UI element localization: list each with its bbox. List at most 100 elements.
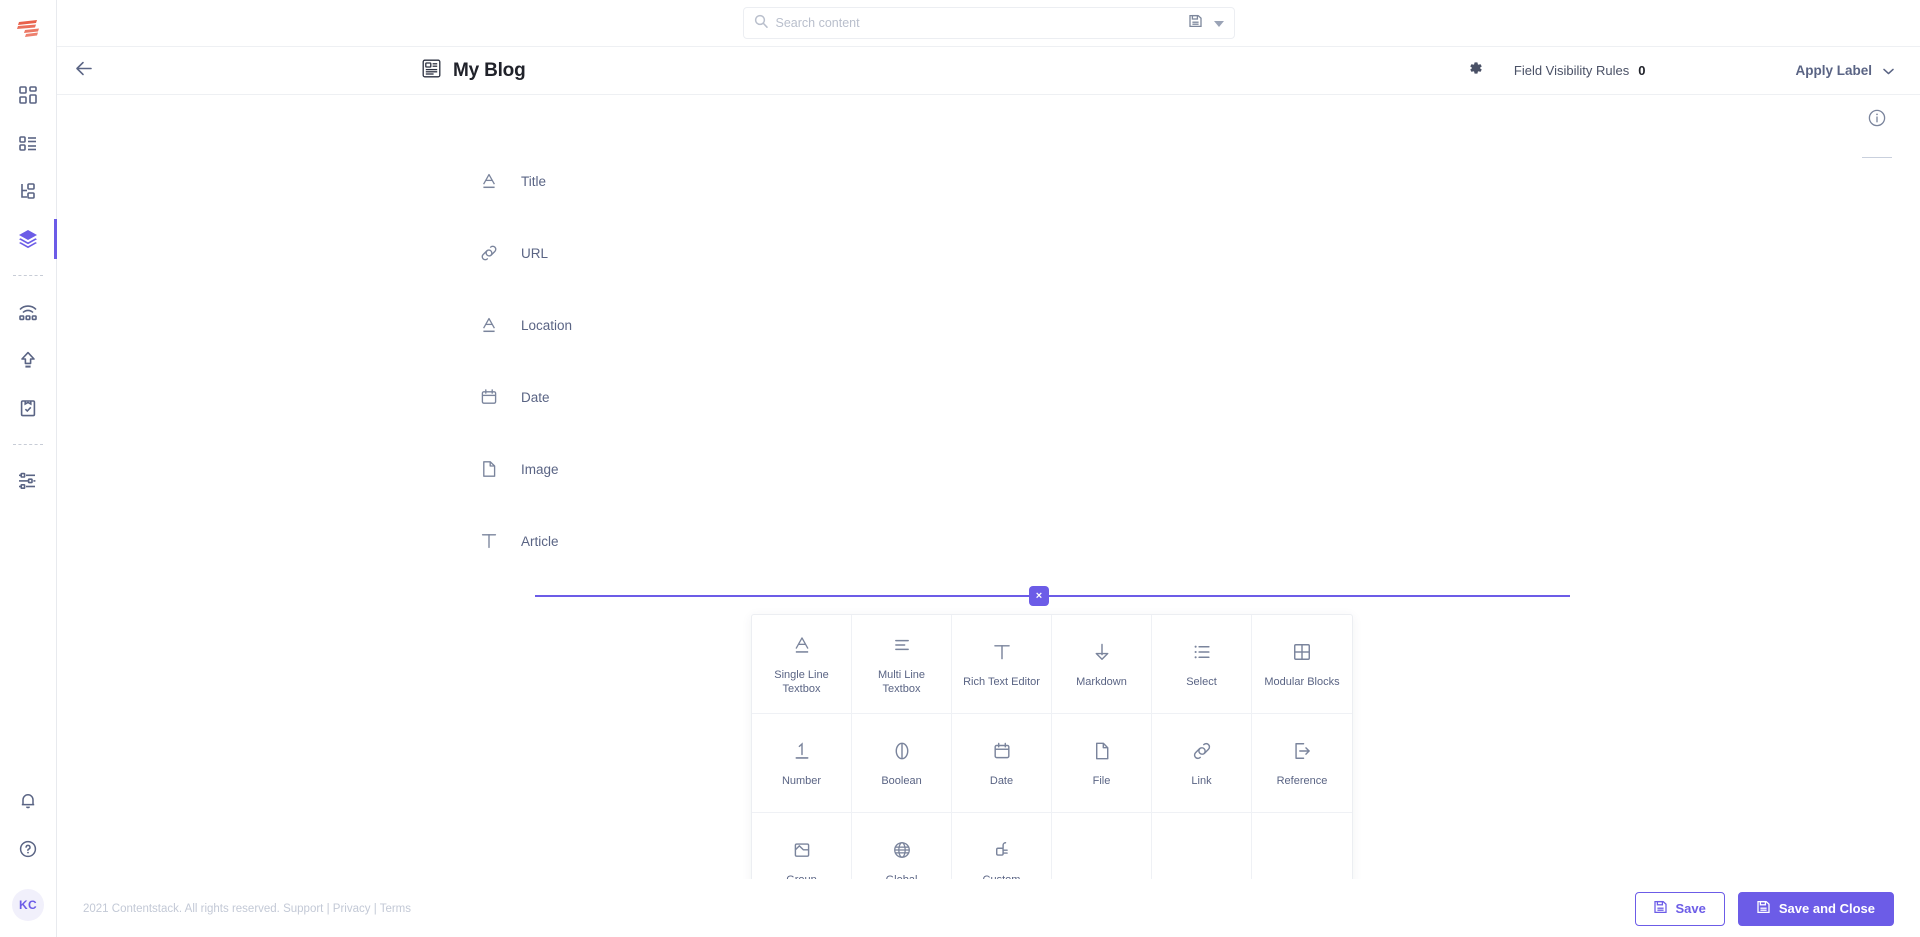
field-type-boolean[interactable]: Boolean	[852, 714, 952, 813]
save-and-close-button[interactable]: Save and Close	[1737, 891, 1894, 926]
terms-link[interactable]: Terms	[380, 903, 411, 915]
field-type-single-line-textbox[interactable]: Single Line Textbox	[752, 615, 852, 714]
sidebar-item-workflows[interactable]	[0, 384, 57, 432]
field-label: Location	[521, 317, 573, 333]
calendar-icon	[477, 385, 501, 409]
sidebar-item-releases[interactable]	[0, 336, 57, 384]
help-button[interactable]	[0, 825, 57, 873]
save-search-icon[interactable]	[1188, 14, 1202, 33]
custom-plug-icon	[991, 837, 1013, 863]
page-title: My Blog	[453, 59, 526, 81]
notifications-button[interactable]	[0, 777, 57, 825]
field-type-date[interactable]: Date	[952, 714, 1052, 813]
rail-divider-2	[13, 444, 43, 445]
field-insert-divider	[535, 595, 1570, 597]
sidebar-item-stacks[interactable]	[0, 215, 57, 263]
field-row-date[interactable]: Date	[57, 361, 1920, 433]
field-type-number[interactable]: Number	[752, 714, 852, 813]
footer-actions: Save Save and Close	[1634, 891, 1894, 926]
info-button[interactable]	[1857, 108, 1897, 158]
file-icon	[477, 457, 501, 481]
caret-down-icon[interactable]	[1213, 14, 1224, 32]
rail-divider	[13, 275, 43, 276]
broadcast-icon	[17, 302, 39, 322]
avatar[interactable]: KC	[12, 889, 44, 921]
field-row-url[interactable]: URL	[57, 217, 1920, 289]
field-type-multi-line-textbox[interactable]: Multi Line Textbox	[852, 615, 952, 714]
rich-text-icon	[477, 529, 501, 553]
field-type-label: Reference	[1276, 775, 1328, 787]
field-row-image[interactable]: Image	[57, 433, 1920, 505]
arrow-left-icon	[75, 61, 93, 81]
field-type-file[interactable]: File	[1052, 714, 1152, 813]
save-and-close-button-label: Save and Close	[1778, 901, 1875, 916]
picker-empty-cell	[1252, 813, 1352, 879]
field-type-label: Global	[886, 873, 918, 879]
field-type-custom[interactable]: Custom	[952, 813, 1052, 879]
picker-empty-cell	[1152, 813, 1252, 879]
sitemap-icon	[18, 181, 38, 201]
field-type-reference[interactable]: Reference	[1252, 714, 1352, 813]
sidebar-item-dashboard[interactable]	[0, 71, 57, 119]
sidebar-item-settings[interactable]	[0, 457, 57, 505]
field-type-markdown[interactable]: Markdown	[1052, 615, 1152, 714]
field-label: URL	[521, 245, 549, 261]
list-entries-icon	[18, 133, 38, 153]
sidebar-item-publish-queue[interactable]	[0, 288, 57, 336]
sidebar-item-content-types[interactable]	[0, 167, 57, 215]
close-icon[interactable]: ×	[1029, 586, 1049, 606]
field-type-label: Number	[781, 775, 822, 787]
field-type-select[interactable]: Select	[1152, 615, 1252, 714]
field-type-label: Single Line Textbox	[774, 669, 829, 695]
rich-text-icon	[991, 639, 1013, 665]
field-type-label: Multi Line Textbox	[877, 669, 926, 695]
field-type-label: Boolean	[881, 775, 922, 787]
search-container[interactable]	[742, 7, 1235, 39]
field-type-global[interactable]: Global	[852, 813, 952, 879]
field-type-label: Custom	[983, 873, 1021, 879]
modular-blocks-icon	[1291, 639, 1313, 665]
page-title-block: My Blog	[421, 58, 526, 84]
field-type-modular-blocks[interactable]: Modular Blocks	[1252, 615, 1352, 714]
globe-icon	[891, 837, 913, 863]
field-row-title[interactable]: Title	[57, 145, 1920, 217]
save-button[interactable]: Save	[1634, 891, 1725, 926]
reference-icon	[1291, 738, 1313, 764]
support-link[interactable]: Support	[283, 903, 323, 915]
back-button[interactable]	[67, 54, 101, 88]
multi-line-text-icon	[891, 632, 913, 658]
footer-separator: |	[326, 902, 330, 915]
single-line-text-icon	[477, 313, 501, 337]
field-row-location[interactable]: Location	[57, 289, 1920, 361]
field-visibility-rules[interactable]: Field Visibility Rules 0	[1514, 63, 1646, 78]
apply-label-dropdown[interactable]: Apply Label	[1795, 63, 1894, 78]
entry-header: My Blog Field Visibility Rules 0 Apply L…	[57, 47, 1920, 95]
privacy-link[interactable]: Privacy	[333, 903, 371, 915]
footer: 2021 Contentstack. All rights reserved. …	[57, 879, 1920, 937]
rail-bottom: KC	[0, 777, 56, 937]
search-trailing-icons	[1188, 14, 1224, 33]
calendar-icon	[991, 738, 1013, 764]
layers-icon	[17, 228, 39, 250]
top-search-bar	[57, 0, 1920, 46]
upload-arrow-icon	[18, 350, 38, 370]
contentstack-logo[interactable]	[0, 0, 57, 57]
entry-header-actions: Field Visibility Rules 0 Apply Label	[1458, 54, 1894, 88]
field-type-link[interactable]: Link	[1152, 714, 1252, 813]
search-input[interactable]	[775, 16, 1181, 30]
select-list-icon	[1191, 639, 1213, 665]
field-type-rich-text-editor[interactable]: Rich Text Editor	[952, 615, 1052, 714]
sidebar-item-entries[interactable]	[0, 119, 57, 167]
field-type-label: Rich Text Editor	[963, 676, 1040, 688]
left-rail: KC	[0, 0, 57, 937]
field-type-group[interactable]: Group	[752, 813, 852, 879]
search-icon	[754, 14, 768, 33]
field-type-label: Select	[1186, 676, 1217, 688]
content-type-icon	[421, 58, 442, 84]
single-line-text-icon	[791, 632, 813, 658]
chevron-down-icon	[1883, 63, 1894, 78]
field-visibility-rules-count: 0	[1638, 63, 1646, 78]
settings-gear-button[interactable]	[1458, 54, 1492, 88]
field-row-article[interactable]: Article	[57, 505, 1920, 577]
field-label: Title	[521, 173, 547, 189]
